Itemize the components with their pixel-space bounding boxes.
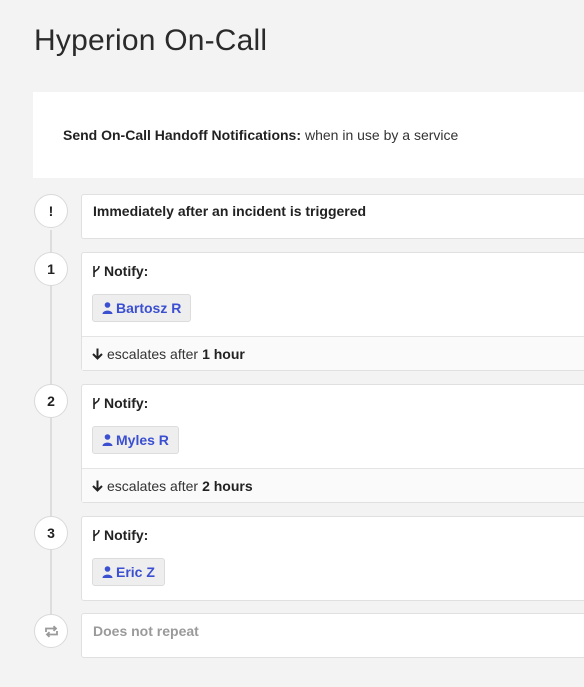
notify-row: Notify:	[92, 395, 148, 411]
repeat-icon	[44, 625, 58, 637]
handoff-label: Send On-Call Handoff Notifications:	[63, 127, 301, 143]
page-title: Hyperion On-Call	[34, 24, 268, 57]
trigger-card: Immediately after an incident is trigger…	[81, 194, 584, 239]
timeline-line	[50, 230, 52, 615]
rule-number-1: 1	[34, 252, 68, 286]
escalate-duration: 2 hours	[202, 477, 253, 494]
notify-label: Notify:	[104, 527, 149, 543]
repeat-node	[34, 614, 68, 648]
rule-number-2: 2	[34, 384, 68, 418]
notify-target-bartosz-r[interactable]: Bartosz R	[92, 294, 192, 322]
branch-icon	[93, 397, 100, 409]
repeat-text: Does not repeat	[93, 623, 199, 639]
branch-icon	[93, 529, 100, 541]
trigger-text: Immediately after an incident is trigger…	[93, 203, 367, 219]
notify-target-myles-r[interactable]: Myles R	[92, 426, 179, 454]
escalation-rule-2: Notify: Myles R escalates after 2 hours	[81, 384, 584, 503]
user-icon	[102, 434, 113, 446]
notify-row: Notify:	[92, 527, 148, 543]
escalation-delay: escalates after 2 hours	[82, 468, 584, 502]
notify-row: Notify:	[92, 263, 148, 279]
handoff-value: when in use by a service	[305, 127, 459, 143]
escalate-prefix: escalates after	[107, 477, 199, 494]
notify-label: Notify:	[104, 395, 149, 411]
repeat-card: Does not repeat	[81, 613, 584, 658]
rule-number-3: 3	[34, 516, 68, 550]
notify-target-name: Myles R	[116, 432, 169, 448]
escalation-rule-3: Notify: Eric Z	[81, 516, 584, 601]
branch-icon	[93, 265, 100, 277]
notify-label: Notify:	[104, 263, 149, 279]
arrow-down-icon	[92, 348, 103, 360]
user-icon	[102, 566, 113, 578]
trigger-node: !	[34, 194, 68, 228]
escalate-prefix: escalates after	[107, 345, 199, 362]
arrow-down-icon	[92, 480, 103, 492]
notify-target-name: Bartosz R	[116, 300, 182, 316]
escalate-duration: 1 hour	[202, 345, 245, 362]
notify-target-eric-z[interactable]: Eric Z	[92, 558, 165, 586]
handoff-notifications-panel: Send On-Call Handoff Notifications: when…	[33, 92, 584, 178]
escalation-delay: escalates after 1 hour	[82, 336, 584, 370]
escalation-rule-1: Notify: Bartosz R escalates after 1 hour	[81, 252, 584, 371]
notify-target-name: Eric Z	[116, 564, 155, 580]
user-icon	[102, 302, 113, 314]
